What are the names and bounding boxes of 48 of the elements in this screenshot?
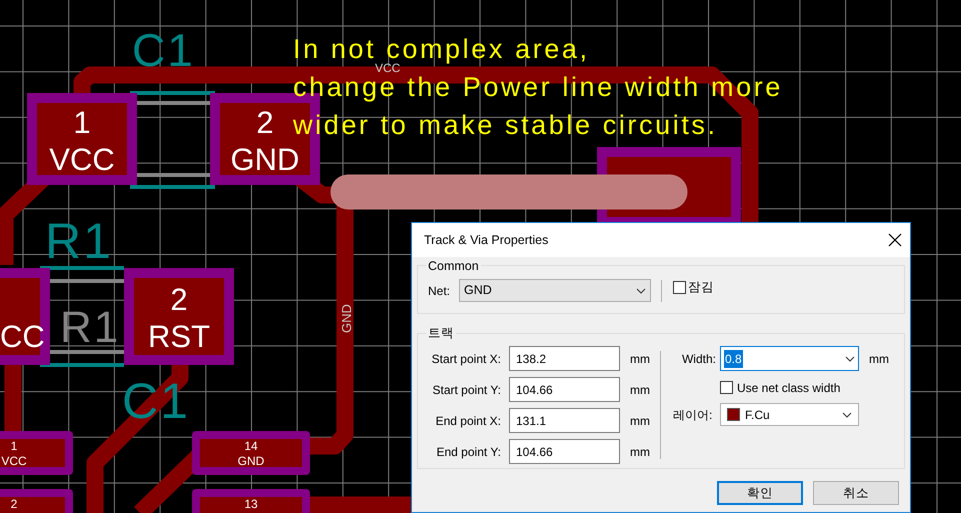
unit-label: mm — [630, 412, 650, 430]
input-field[interactable]: 131.1 — [509, 408, 620, 433]
input-field[interactable]: 138.2 — [509, 346, 620, 371]
annotation-text: change the Power line width more — [293, 72, 783, 102]
chevron-icon — [845, 356, 855, 362]
unit-label: mm — [630, 444, 650, 460]
input-field[interactable]: 104.66 — [509, 439, 620, 464]
field-label: End point X: — [434, 412, 502, 430]
annotation-text: In not complex area, — [293, 34, 590, 64]
track-net-label: GND — [339, 304, 354, 333]
field-label: End point Y: — [436, 444, 502, 460]
pad-net-label: VCC — [49, 142, 115, 177]
field-label: Net: — [428, 282, 452, 300]
unit-label: mm — [869, 350, 889, 368]
checkbox-label: 잠김 — [688, 279, 714, 296]
pad-net-label: GND — [238, 454, 264, 468]
window-title: Track & Via Properties — [424, 232, 548, 249]
checkbox-label: Use net class width — [737, 380, 840, 396]
pad-number: 2 — [170, 282, 188, 317]
field-label: Width: — [680, 350, 717, 368]
field-label: 레이어: — [673, 406, 714, 424]
unit-label: mm — [630, 350, 650, 368]
pad-number: 13 — [244, 497, 258, 511]
pad-number: 1 — [10, 439, 18, 453]
dialog-button[interactable]: 취소 — [813, 481, 899, 505]
pad-net-label: CC — [0, 319, 45, 354]
checkbox[interactable] — [720, 381, 733, 394]
annotation-text: wider to make stable circuits. — [293, 110, 718, 140]
chevron-icon — [842, 412, 852, 418]
pad-number: 2 — [256, 105, 274, 140]
pad-net-label: VCC — [1, 454, 27, 468]
net-dropdown[interactable]: GND — [459, 279, 651, 302]
pad-number: 1 — [73, 105, 91, 140]
width-combobox[interactable]: 0.8 — [720, 346, 859, 371]
dialog-button[interactable]: 확인 — [717, 481, 803, 505]
pad-number: 2 — [10, 497, 18, 511]
input-field[interactable]: 104.66 — [509, 377, 620, 402]
field-label: Start point X: — [430, 350, 502, 368]
layer-dropdown[interactable]: F.Cu — [720, 403, 859, 426]
checkbox[interactable] — [673, 281, 686, 294]
pad-net-label: GND — [230, 142, 300, 177]
unit-label: mm — [630, 382, 650, 398]
pad-number: 14 — [244, 439, 258, 453]
layer-color-swatch — [727, 408, 740, 421]
chevron-icon — [636, 288, 646, 294]
close-icon[interactable] — [888, 233, 902, 247]
pad-net-label: RST — [148, 319, 210, 354]
field-label: Start point Y: — [432, 382, 502, 398]
